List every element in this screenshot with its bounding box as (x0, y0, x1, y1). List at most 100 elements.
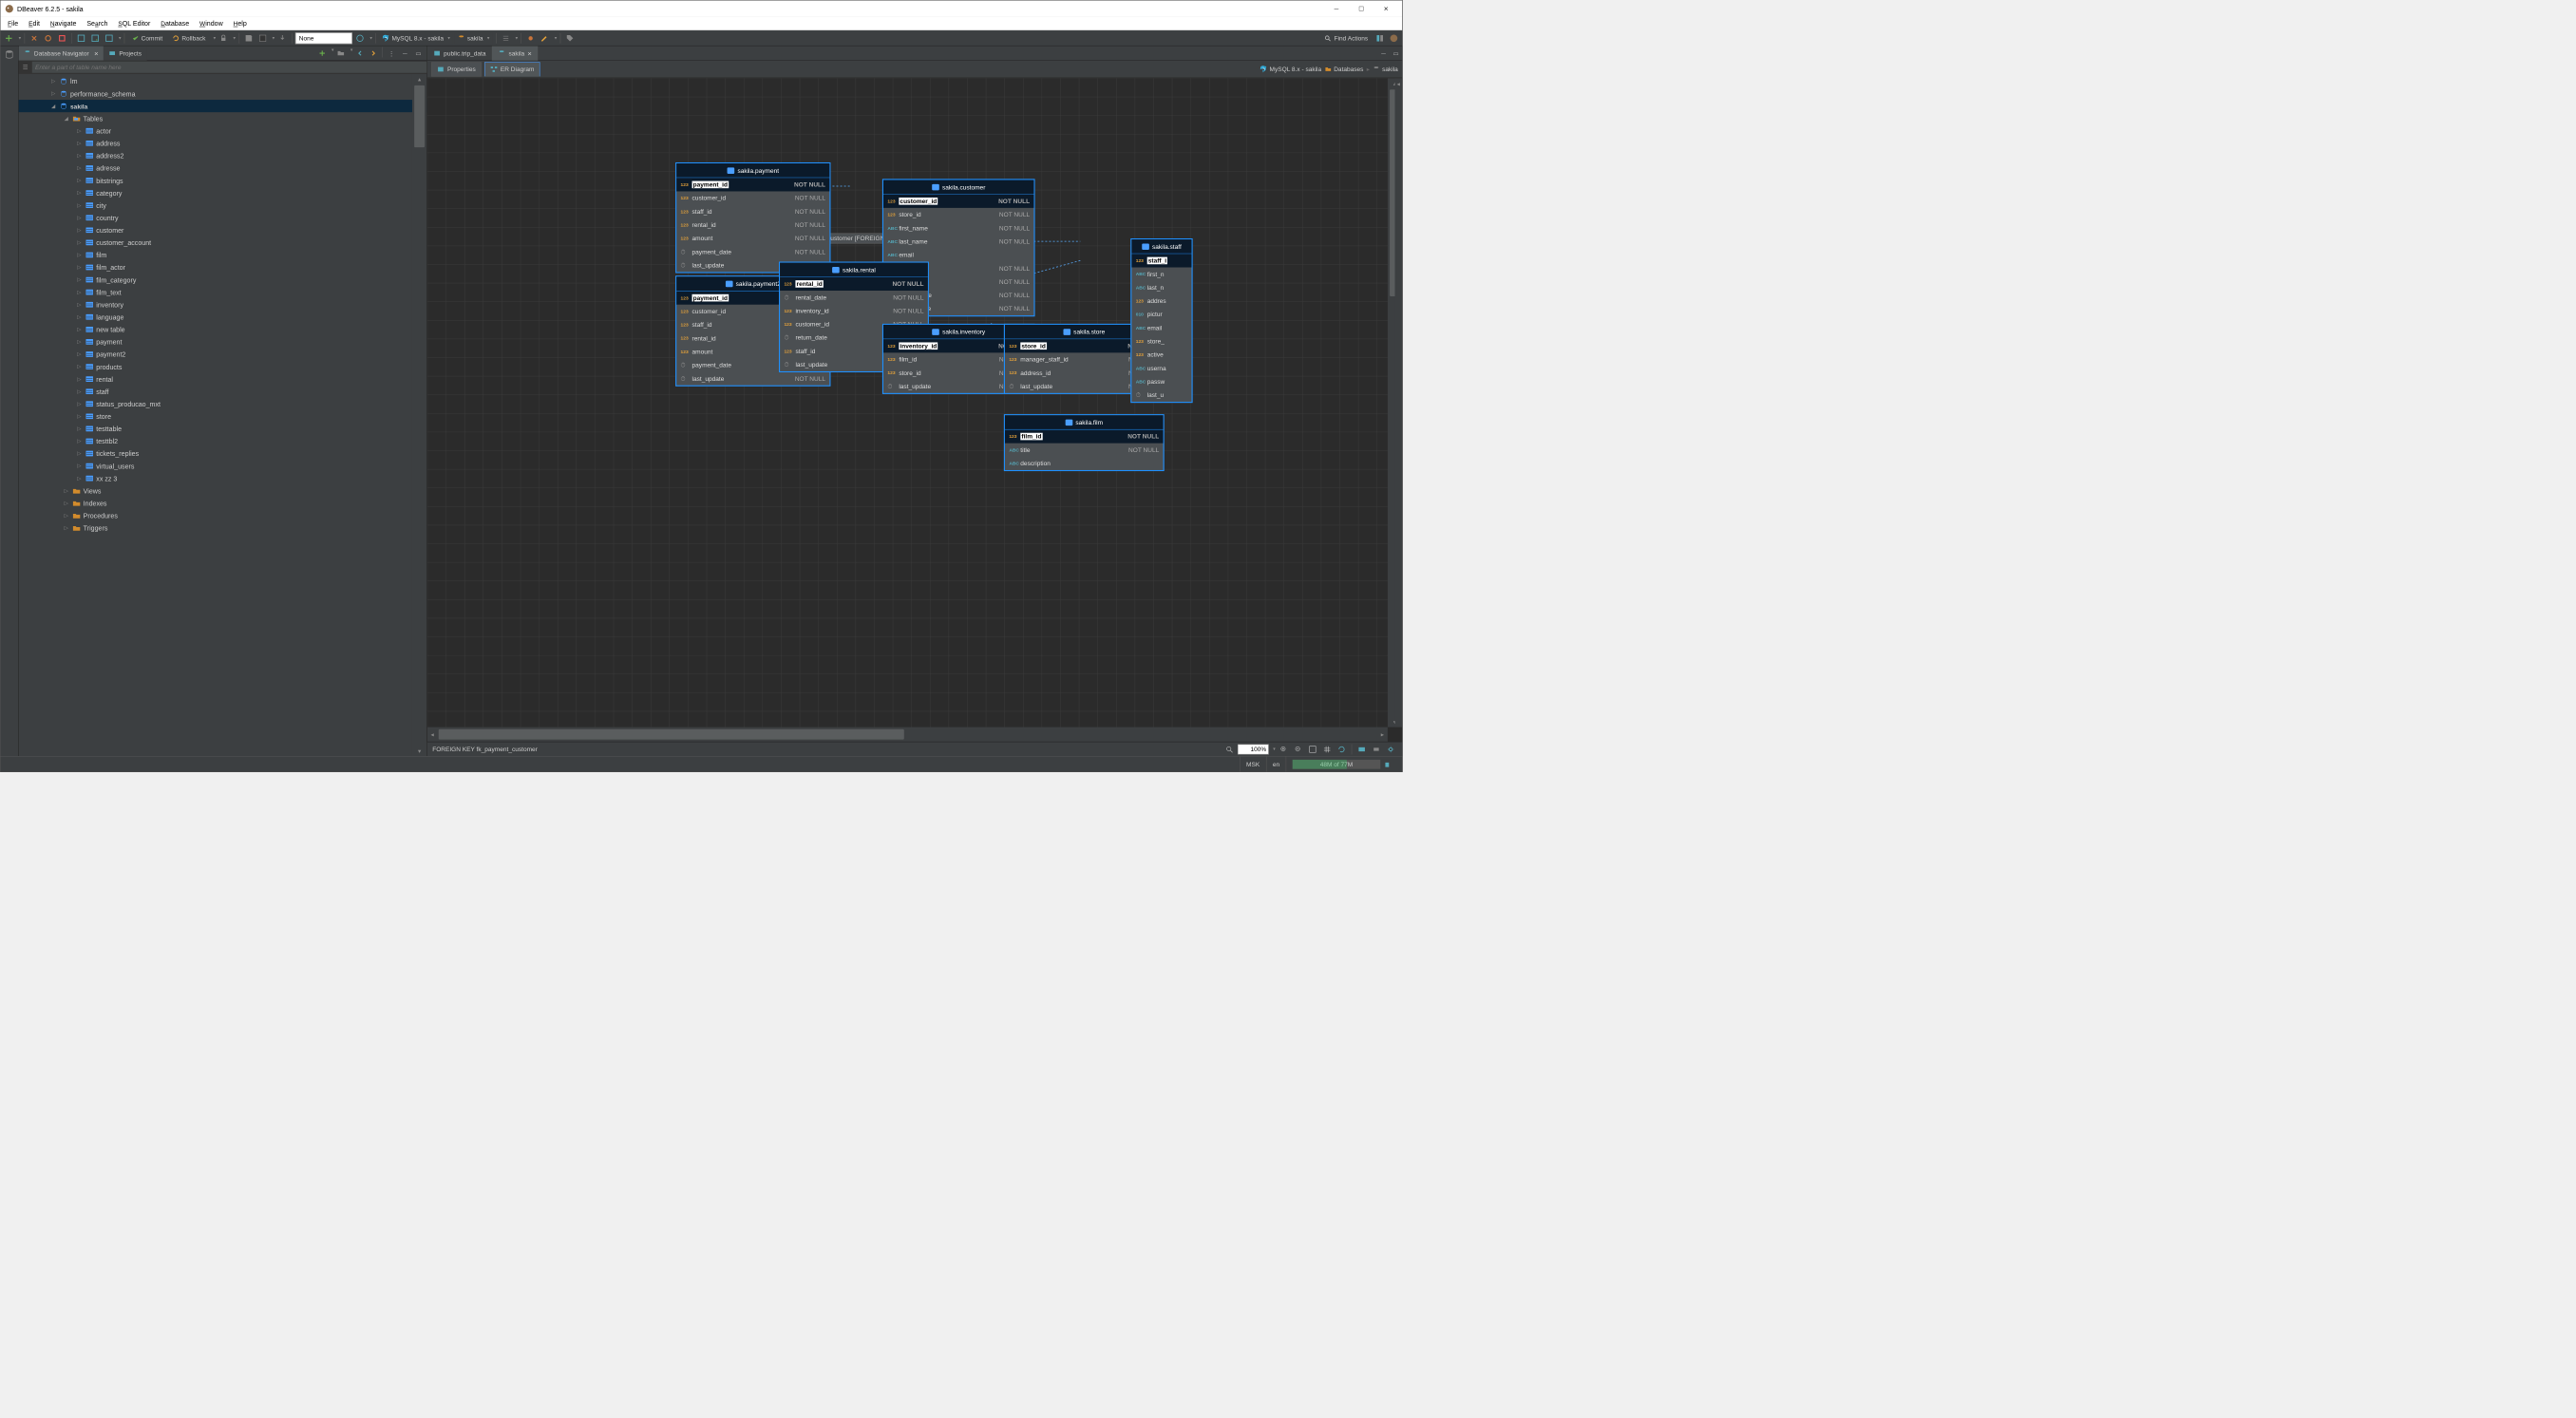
navigator-filter-input[interactable] (32, 62, 426, 73)
recent-sql-icon[interactable] (103, 31, 115, 44)
tree-row[interactable]: ▷ film_text (19, 286, 427, 298)
diagram-hscrollbar[interactable]: ◂▸ (427, 728, 1388, 742)
er-column[interactable]: 123 rental_id NOT NULL (676, 218, 829, 232)
close-button[interactable]: ✕ (1374, 1, 1398, 17)
save-icon[interactable] (242, 31, 255, 44)
tree-row[interactable]: ▷ film_actor (19, 261, 427, 274)
navigator-scrollbar[interactable]: ▴▾ (412, 74, 426, 756)
expand-icon[interactable]: ▷ (75, 302, 83, 308)
navigator-tree[interactable]: ▷ lm ▷ performance_schema ◢ sakila ◢ Tab… (19, 74, 427, 756)
tree-row[interactable]: ▷ address2 (19, 149, 427, 161)
tree-row[interactable]: ▷ city (19, 199, 427, 212)
expand-icon[interactable]: ▷ (63, 501, 70, 506)
er-table-header[interactable]: sakila.rental (780, 263, 928, 277)
er-column[interactable]: ABC email (1131, 321, 1191, 334)
status-timezone[interactable]: MSK (1240, 757, 1266, 772)
er-table-header[interactable]: sakila.film (1005, 415, 1164, 429)
nav-new-icon[interactable] (316, 47, 329, 59)
filter-menu-icon[interactable]: ☰ (19, 64, 32, 71)
tree-row[interactable]: ▷ Procedures (19, 509, 427, 521)
transaction-chevron-icon[interactable]: ▾ (214, 35, 216, 41)
menu-search[interactable]: Search (83, 18, 112, 28)
er-column[interactable]: ABC first_name NOT NULL (883, 221, 1033, 235)
menu-file[interactable]: File (4, 18, 23, 28)
dbeaver-logo-icon[interactable] (1388, 31, 1400, 44)
zoom-out-icon[interactable] (1292, 743, 1304, 755)
zoom-in-icon[interactable] (1278, 743, 1290, 755)
tree-row[interactable]: ▷ adresse (19, 161, 427, 174)
er-table-header[interactable]: sakila.staff (1131, 239, 1191, 254)
status-memory[interactable]: 48M of 77M (1286, 757, 1397, 772)
expand-icon[interactable]: ▷ (75, 215, 83, 220)
expand-icon[interactable]: ▷ (49, 91, 57, 97)
find-actions-button[interactable]: Find Actions (1319, 34, 1372, 42)
schema-combo[interactable]: sakila▾ (455, 32, 493, 44)
zoom-search-icon[interactable] (1223, 743, 1236, 755)
refresh-icon[interactable] (1335, 743, 1348, 755)
er-column[interactable]: ⏱ last_update NOT NULL (676, 371, 829, 385)
er-column[interactable]: ABC title NOT NULL (1005, 444, 1164, 457)
disconnect-icon[interactable] (42, 31, 54, 44)
nav-arrow-left-icon[interactable] (353, 47, 366, 59)
rollback-button[interactable]: Rollback (168, 31, 210, 44)
revert-icon[interactable] (256, 31, 269, 44)
tree-row[interactable]: ▷ actor (19, 124, 427, 137)
er-column[interactable]: 123 rental_id NOT NULL (780, 277, 928, 291)
expand-icon[interactable]: ▷ (75, 401, 83, 406)
auto-commit-combo[interactable]: None (295, 32, 352, 44)
er-column[interactable]: 123 inventory_id NOT NULL (780, 304, 928, 317)
er-table-header[interactable]: sakila.payment (676, 163, 829, 178)
tree-row[interactable]: ▷ address (19, 137, 427, 149)
expand-icon[interactable]: ▷ (75, 463, 83, 469)
tree-row[interactable]: ▷ language (19, 311, 427, 323)
er-table-payment[interactable]: sakila.payment 123 payment_id NOT NULL 1… (675, 162, 830, 274)
fit-icon[interactable] (1306, 743, 1318, 755)
er-table-staff[interactable]: sakila.staff 123 staff_i ABC first_n ABC… (1130, 238, 1192, 403)
tree-row[interactable]: ▷ lm (19, 75, 427, 87)
zoom-input[interactable] (1238, 744, 1269, 754)
export-image-icon[interactable] (1355, 743, 1368, 755)
invalidate-icon[interactable] (56, 31, 68, 44)
settings-gear-icon[interactable] (1385, 743, 1397, 755)
tag-icon[interactable] (563, 31, 576, 44)
menu-help[interactable]: Help (229, 18, 251, 28)
tree-row[interactable]: ▷ Triggers (19, 521, 427, 534)
expand-icon[interactable]: ▷ (75, 252, 83, 257)
expand-icon[interactable]: ▷ (75, 290, 83, 295)
bc-databases[interactable]: Databases (1324, 66, 1363, 73)
tree-row[interactable]: ▷ testtbl2 (19, 435, 427, 447)
tree-row[interactable]: ▷ Views (19, 484, 427, 497)
close-icon[interactable]: × (527, 48, 531, 57)
er-column[interactable]: 123 addres (1131, 294, 1191, 308)
expand-icon[interactable]: ▷ (75, 451, 83, 457)
tree-row[interactable]: ▷ rental (19, 373, 427, 386)
close-icon[interactable]: × (94, 48, 98, 57)
tree-row[interactable]: ▷ products (19, 361, 427, 373)
grid-icon[interactable] (1321, 743, 1334, 755)
expand-icon[interactable]: ▷ (75, 202, 83, 208)
er-column[interactable]: 123 amount NOT NULL (676, 232, 829, 245)
menu-sqleditor[interactable]: SQL Editor (114, 18, 155, 28)
expand-icon[interactable]: ▷ (75, 376, 83, 382)
subtab-er-diagram[interactable]: ER Diagram (484, 62, 540, 76)
expand-icon[interactable]: ▷ (75, 277, 83, 283)
tree-row[interactable]: ▷ status_producao_mxt (19, 398, 427, 410)
tree-row[interactable]: ▷ payment (19, 335, 427, 348)
er-column[interactable]: ABC passw (1131, 375, 1191, 388)
sql-editor-icon[interactable] (75, 31, 87, 44)
list-icon[interactable] (500, 31, 512, 44)
tab-database-navigator[interactable]: Database Navigator × (19, 46, 104, 60)
er-column[interactable]: 123 film_id NOT NULL (1005, 429, 1164, 443)
tree-row[interactable]: ▷ film_category (19, 274, 427, 286)
expand-icon[interactable]: ▷ (75, 178, 83, 183)
gc-icon[interactable] (1384, 761, 1392, 768)
er-column[interactable]: ABC userna (1131, 362, 1191, 375)
expand-icon[interactable]: ▷ (75, 314, 83, 320)
palette-toggle-icon[interactable]: ◂ (1397, 80, 1400, 87)
er-column[interactable]: ABC last_name NOT NULL (883, 235, 1033, 248)
expand-icon[interactable]: ▷ (75, 425, 83, 431)
tree-row[interactable]: ▷ Indexes (19, 497, 427, 509)
tx-lock-icon[interactable] (218, 31, 230, 44)
menu-database[interactable]: Database (157, 18, 194, 28)
connection-combo[interactable]: 🐬MySQL 8.x - sakila▾ (379, 32, 453, 44)
